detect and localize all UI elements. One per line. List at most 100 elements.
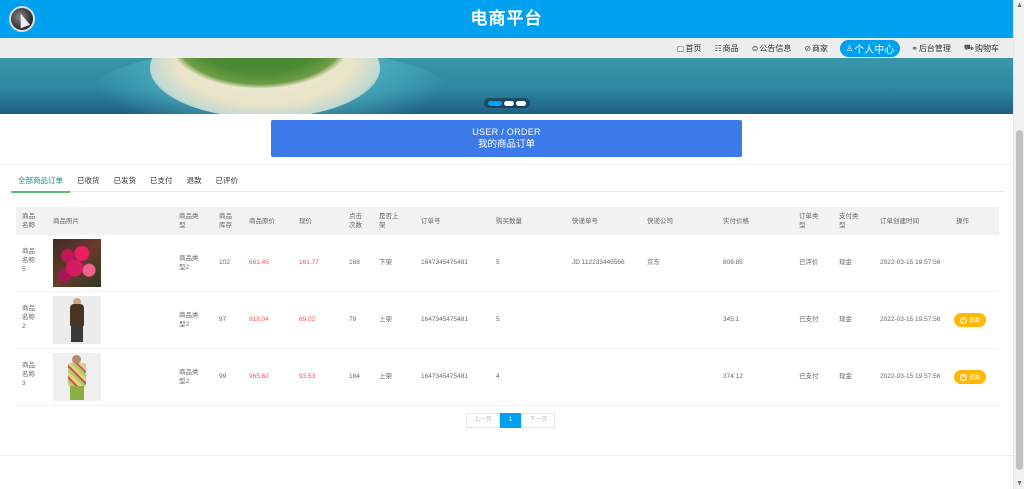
photo-person-legs	[71, 325, 83, 342]
cell-original-price: 818.04	[249, 316, 269, 323]
table-row: 商品名称5 商品类型2 102 661.45 161.77 168 下架 1647345475…	[16, 235, 999, 292]
scroll-thumb[interactable]	[1016, 130, 1023, 470]
cell-clicks: 79	[349, 316, 357, 323]
page: 电商平台 ▢ 首页 ☷ 商品 ⊜ 公告信息 ⊘ 商家 ♙ 个人中心 ⚭ 后台管理 ⛟ 购物车 USER /…	[0, 0, 1013, 489]
carousel-dot[interactable]	[488, 100, 502, 106]
tab-3[interactable]: 已支付	[143, 172, 180, 192]
table-body: 商品名称5 商品类型2 102 661.45 161.77 168 下架 1647345475…	[16, 235, 999, 406]
top-header: 电商平台	[0, 0, 1013, 38]
carousel-dot[interactable]	[516, 100, 526, 106]
cell-order-type: 已评价	[799, 259, 819, 266]
banner-carousel[interactable]	[0, 58, 1013, 114]
tab-1[interactable]: 已收货	[70, 172, 107, 192]
cell-name: 商品名称2	[22, 305, 35, 330]
photo-person-body	[70, 304, 84, 326]
photo-person-legs	[70, 386, 84, 400]
nav-item-user[interactable]: ♙ 个人中心	[840, 39, 901, 57]
header-quantity: 购买数量	[496, 218, 522, 225]
header-created: 订单创建时间	[880, 218, 919, 225]
notice-icon: ⊜	[751, 43, 759, 53]
prev-page-button[interactable]: 上一页	[466, 413, 501, 428]
nav-item-notice[interactable]: ⊜ 公告信息	[752, 40, 792, 56]
page-1-button[interactable]: 1	[500, 413, 522, 428]
nav-item-label: 商品	[722, 43, 739, 53]
cell-order-type: 已支付	[799, 316, 819, 323]
site-title: 电商平台	[470, 9, 543, 28]
cell-quantity: 5	[496, 259, 500, 266]
carousel-indicators	[484, 98, 530, 108]
header-tracking-no: 快递单号	[572, 218, 598, 225]
nav-item-cart[interactable]: ⛟ 购物车	[964, 40, 999, 56]
link-icon: ⚭	[911, 43, 918, 53]
cell-paid: 345.1	[723, 316, 740, 323]
cell-order-no: 1647345475481	[421, 373, 468, 380]
cell-original-price: 661.45	[249, 259, 269, 266]
cell-quantity: 5	[496, 316, 500, 323]
cell-stock: 102	[219, 259, 230, 266]
refund-icon: ¥	[959, 316, 967, 324]
cart-icon: ⛟	[963, 43, 974, 52]
cell-name: 商品名称3	[22, 362, 35, 387]
header-stock: 商品库存	[219, 213, 232, 229]
cell-stock: 97	[219, 316, 227, 323]
order-header-en: USER / ORDER	[472, 127, 541, 137]
cell-pay-type: 现金	[839, 316, 852, 323]
cell-paid: 374.12	[723, 373, 743, 380]
nav-item-link[interactable]: ⚭ 后台管理	[911, 40, 951, 56]
product-photo[interactable]	[53, 239, 101, 287]
nav-item-label: 公告信息	[759, 43, 792, 53]
header-original-price: 商品原价	[249, 218, 275, 225]
carousel-dot[interactable]	[504, 100, 514, 106]
pagination: 上一页 1 下一页	[466, 413, 556, 428]
refund-label: 退款	[968, 375, 980, 381]
cell-quantity: 4	[496, 373, 500, 380]
tab-0[interactable]: 全部商品订单	[11, 172, 70, 193]
cell-listed: 上架	[379, 373, 392, 380]
header-pay-type: 支付类型	[839, 213, 859, 229]
header-order-no: 订单号	[421, 218, 441, 225]
tab-2[interactable]: 已发货	[107, 172, 144, 192]
refund-button[interactable]: ¥ 退款	[954, 370, 986, 384]
page-scrollbar[interactable]: ▲ ▼	[1013, 0, 1024, 489]
header-name: 商品名称	[22, 213, 35, 229]
cell-type: 商品类型2	[179, 312, 199, 328]
table-header: 商品名称 商品照片 商品类型 商品库存 商品原价 现价 点击次数 是否上架 订单号 购买数量 快递单…	[16, 207, 999, 235]
table-row: 商品名称2 商品类型2 97 818.04 69.02 79 上架 1647345475481…	[16, 292, 999, 349]
nav-item-chat[interactable]: ⊘ 商家	[804, 40, 828, 56]
order-header-zh: 我的商品订单	[477, 139, 535, 150]
cell-order-no: 1647345475481	[421, 259, 468, 266]
tab-4[interactable]: 退款	[180, 172, 209, 192]
cell-pay-type: 现金	[839, 373, 852, 380]
nav-item-label: 个人中心	[854, 44, 895, 56]
cell-type: 商品类型2	[179, 369, 199, 385]
cell-listed: 上架	[379, 316, 392, 323]
site-logo[interactable]	[9, 6, 35, 32]
header-clicks: 点击次数	[349, 213, 362, 229]
cell-price: 161.77	[299, 259, 319, 266]
cell-type: 商品类型2	[179, 255, 199, 271]
product-photo[interactable]	[53, 296, 101, 344]
nav-item-label: 商家	[812, 43, 829, 53]
header-type: 商品类型	[179, 213, 199, 229]
scroll-up-icon[interactable]: ▲	[1014, 0, 1024, 11]
nav-item-grid[interactable]: ☷ 商品	[714, 40, 738, 56]
next-page-button[interactable]: 下一页	[521, 413, 556, 428]
grid-icon: ☷	[714, 43, 722, 53]
refund-button[interactable]: ¥ 退款	[954, 313, 986, 327]
scroll-down-icon[interactable]: ▼	[1014, 478, 1024, 489]
cell-original-price: 965.62	[249, 373, 269, 380]
product-photo[interactable]	[53, 353, 101, 401]
order-tabs: 全部商品订单 已收货 已发货 已支付 退款 已评价	[11, 172, 1005, 193]
chat-icon: ⊘	[804, 43, 812, 53]
cell-created: 2022-03-15 19:57:56	[880, 373, 941, 380]
header-action: 操作	[956, 218, 969, 225]
order-section-header: USER / ORDER 我的商品订单	[271, 120, 742, 157]
header-courier: 快递公司	[647, 218, 673, 225]
header-order-type: 订单类型	[799, 213, 819, 229]
tab-5[interactable]: 已评价	[209, 172, 246, 192]
header-listed: 是否上架	[379, 213, 399, 229]
nav-item-home[interactable]: ▢ 首页	[677, 40, 702, 56]
cell-pay-type: 现金	[839, 259, 852, 266]
cell-stock: 99	[219, 373, 227, 380]
nav-item-label: 购物车	[975, 43, 999, 53]
